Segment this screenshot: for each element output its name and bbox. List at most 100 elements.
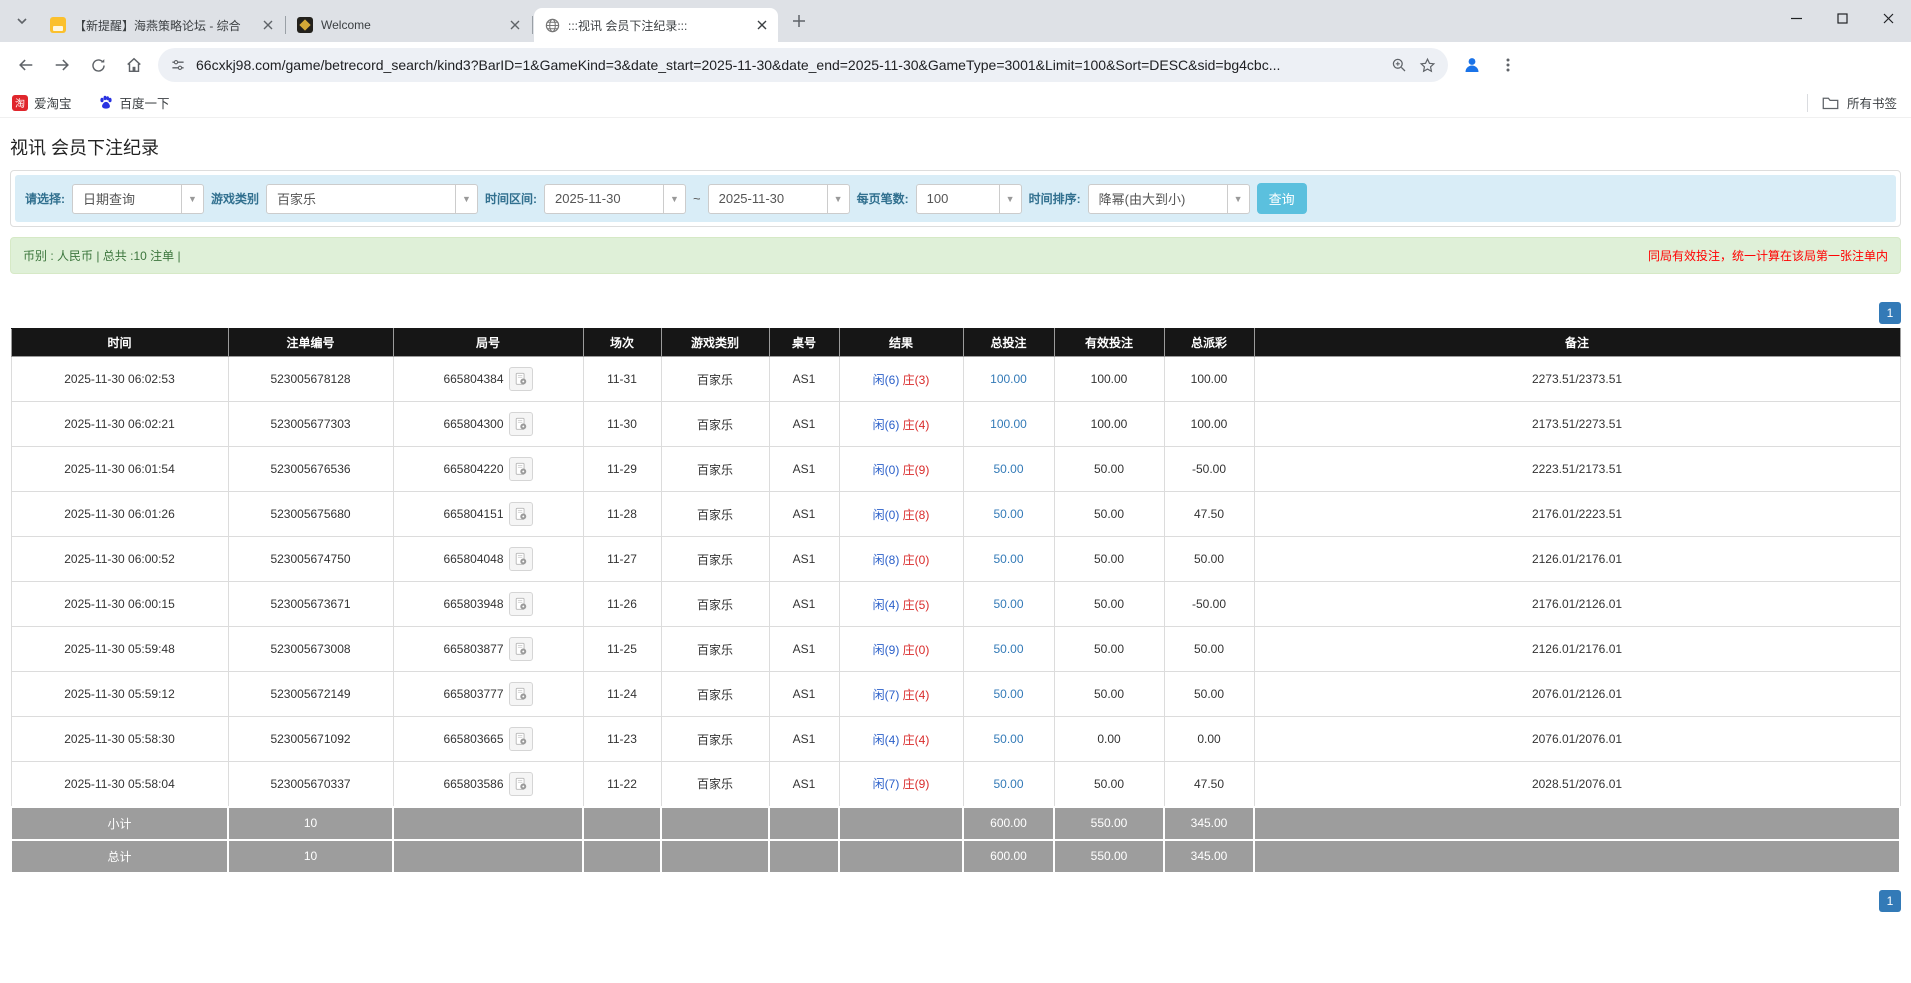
game-type-cell: 百家乐: [661, 492, 769, 537]
result-banker: 庄(4): [899, 733, 929, 747]
bet-record-row: 2025-11-30 06:00:15523005673671665803948…: [11, 582, 1900, 627]
all-bookmarks[interactable]: 所有书签: [1807, 93, 1897, 112]
payout-cell: -50.00: [1164, 582, 1254, 627]
chevron-down-icon: ▼: [1227, 185, 1249, 213]
valid-bet-cell: 0.00: [1054, 717, 1164, 762]
date-end-input[interactable]: 2025-11-30 ▼: [708, 184, 850, 214]
tab-title: 【新提醒】海燕策略论坛 - 综合: [74, 17, 252, 34]
round-replay-button[interactable]: [509, 682, 533, 706]
valid-bet-cell: 50.00: [1054, 447, 1164, 492]
browser-window: 【新提醒】海燕策略论坛 - 综合 Welcome :::视讯 会员下注纪录:::: [0, 0, 1911, 118]
result-cell: 闲(6) 庄(4): [839, 402, 963, 447]
total-bet-link[interactable]: 50.00: [993, 642, 1023, 656]
tab-welcome[interactable]: Welcome: [287, 8, 531, 42]
url-text[interactable]: 66cxkj98.com/game/betrecord_search/kind3…: [196, 57, 1379, 73]
search-button[interactable]: 查询: [1257, 183, 1307, 214]
reload-icon: [90, 57, 107, 74]
address-bar[interactable]: 66cxkj98.com/game/betrecord_search/kind3…: [158, 48, 1448, 82]
total-bet-cell: 50.00: [963, 447, 1054, 492]
round-replay-button[interactable]: [509, 547, 533, 571]
page-1-button[interactable]: 1: [1879, 302, 1901, 324]
tab-bet-records-active[interactable]: :::视讯 会员下注纪录:::: [534, 8, 778, 42]
tab-close-icon[interactable]: [754, 17, 770, 33]
bet-id-cell: 523005673008: [228, 627, 393, 672]
bet-time-cell: 2025-11-30 05:59:12: [11, 672, 228, 717]
browser-menu-button[interactable]: [1491, 48, 1525, 82]
round-replay-button[interactable]: [509, 457, 533, 481]
tab-strip: 【新提醒】海燕策略论坛 - 综合 Welcome :::视讯 会员下注纪录:::: [0, 0, 1911, 42]
column-header: 总派彩: [1164, 329, 1254, 357]
close-window-button[interactable]: [1865, 0, 1911, 36]
total-bet-link[interactable]: 100.00: [990, 372, 1027, 386]
round-replay-button[interactable]: [509, 727, 533, 751]
welcome-favicon-icon: [297, 17, 313, 33]
total-bet-link[interactable]: 50.00: [993, 687, 1023, 701]
tab-title: Welcome: [321, 18, 499, 32]
total-bet-link[interactable]: 100.00: [990, 417, 1027, 431]
maximize-button[interactable]: [1819, 0, 1865, 36]
summary-bar: 币别 : 人民币 | 总共 :10 注单 | 同局有效投注，统一计算在该局第一张…: [10, 237, 1901, 274]
payout-cell: 47.50: [1164, 492, 1254, 537]
bookmark-aitaobao[interactable]: 淘 爱淘宝: [12, 93, 72, 112]
round-id-cell: 665803948: [393, 582, 583, 627]
session-cell: 11-26: [583, 582, 661, 627]
total-bet-link[interactable]: 50.00: [993, 777, 1023, 791]
subtotal-total-bet: 600.00: [963, 807, 1054, 840]
total-bet-link[interactable]: 50.00: [993, 552, 1023, 566]
bookmark-star-button[interactable]: [1419, 57, 1436, 74]
valid-bet-note-text: 同局有效投注，统一计算在该局第一张注单内: [1648, 247, 1888, 264]
total-bet-link[interactable]: 50.00: [993, 462, 1023, 476]
round-replay-button[interactable]: [509, 772, 533, 796]
round-replay-button[interactable]: [509, 367, 533, 391]
round-replay-button[interactable]: [509, 592, 533, 616]
game-type-cell: 百家乐: [661, 582, 769, 627]
note-cell: 2273.51/2373.51: [1254, 357, 1900, 402]
globe-icon: [544, 17, 560, 33]
result-cell: 闲(4) 庄(4): [839, 717, 963, 762]
total-bet-link[interactable]: 50.00: [993, 507, 1023, 521]
round-id-cell: 665804220: [393, 447, 583, 492]
table-no-cell: AS1: [769, 672, 839, 717]
round-id: 665803877: [443, 642, 503, 656]
per-page-select[interactable]: 100 ▼: [916, 184, 1022, 214]
round-replay-button[interactable]: [509, 502, 533, 526]
zoom-page-button[interactable]: [1391, 57, 1407, 73]
home-button[interactable]: [117, 48, 151, 82]
reload-button[interactable]: [81, 48, 115, 82]
all-bookmarks-label: 所有书签: [1847, 93, 1897, 112]
note-cell: 2126.01/2176.01: [1254, 537, 1900, 582]
payout-cell: -50.00: [1164, 447, 1254, 492]
result-banker: 庄(0): [899, 553, 929, 567]
total-bet-link[interactable]: 50.00: [993, 732, 1023, 746]
game-type-value: 百家乐: [267, 189, 455, 208]
page-1-button[interactable]: 1: [1879, 890, 1901, 912]
game-type-cell: 百家乐: [661, 537, 769, 582]
sort-label: 时间排序:: [1029, 190, 1081, 207]
back-button[interactable]: [9, 48, 43, 82]
forward-button[interactable]: [45, 48, 79, 82]
new-tab-button[interactable]: [786, 8, 812, 34]
profile-button[interactable]: [1455, 48, 1489, 82]
total-bet-link[interactable]: 50.00: [993, 597, 1023, 611]
round-replay-button[interactable]: [509, 637, 533, 661]
result-banker: 庄(8): [899, 508, 929, 522]
query-type-select[interactable]: 日期查询 ▼: [72, 184, 204, 214]
date-start-input[interactable]: 2025-11-30 ▼: [544, 184, 686, 214]
date-range-tilde: ~: [693, 191, 701, 206]
chevron-down-icon: ▼: [181, 185, 203, 213]
game-type-select[interactable]: 百家乐 ▼: [266, 184, 478, 214]
bookmark-baidu[interactable]: 百度一下: [98, 93, 170, 112]
result-banker: 庄(4): [899, 418, 929, 432]
round-id-cell: 665804048: [393, 537, 583, 582]
tab-title: :::视讯 会员下注纪录:::: [568, 17, 746, 34]
sort-select[interactable]: 降幂(由大到小) ▼: [1088, 184, 1250, 214]
bet-time-cell: 2025-11-30 06:01:26: [11, 492, 228, 537]
round-replay-button[interactable]: [509, 412, 533, 436]
minimize-button[interactable]: [1773, 0, 1819, 36]
tab-close-icon[interactable]: [260, 17, 276, 33]
table-no-cell: AS1: [769, 537, 839, 582]
bet-id-cell: 523005677303: [228, 402, 393, 447]
tab-search-button[interactable]: [8, 7, 36, 35]
tab-forum[interactable]: 【新提醒】海燕策略论坛 - 综合: [40, 8, 284, 42]
tab-close-icon[interactable]: [507, 17, 523, 33]
